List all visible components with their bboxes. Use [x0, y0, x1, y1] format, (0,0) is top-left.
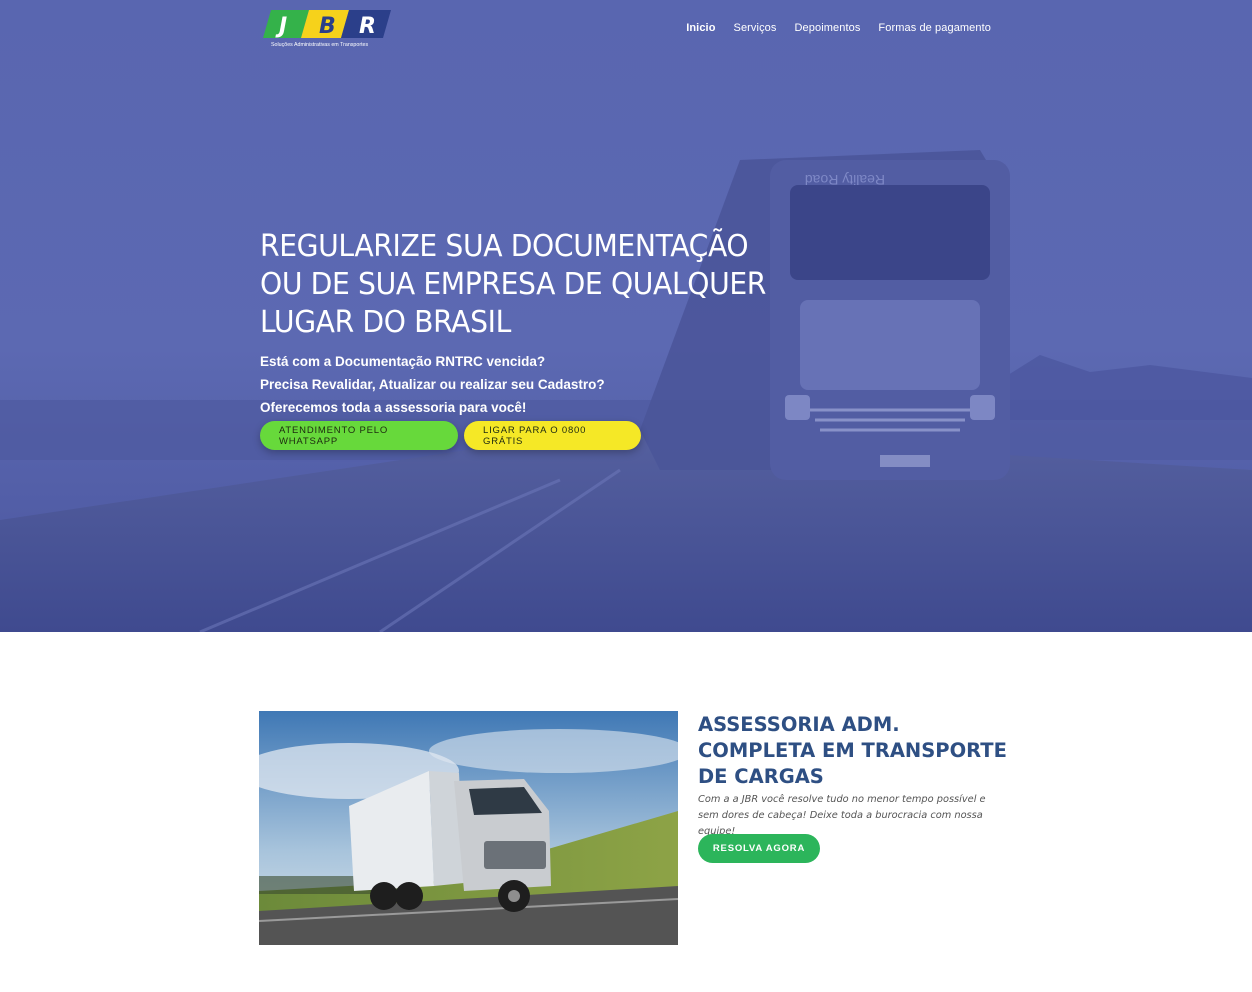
nav-item-depoimentos[interactable]: Depoimentos	[795, 22, 861, 34]
nav-item-servicos[interactable]: Serviços	[734, 22, 777, 34]
truck-sign: Reality Road	[805, 172, 885, 188]
logo-letter-r: R	[359, 14, 376, 39]
section-title: ASSESSORIA ADM. COMPLETA EM TRANSPORTE D…	[698, 712, 1008, 790]
section-title-line: COMPLETA EM TRANSPORTE	[698, 739, 1007, 762]
nav-item-formas-de-pagamento[interactable]: Formas de pagamento	[878, 22, 991, 34]
logo-letter-b: B	[319, 14, 336, 39]
hero-buttons: ATENDIMENTO PELO WHATSAPP LIGAR PARA O 0…	[260, 421, 641, 450]
main-nav: Inicio Serviços Depoimentos Formas de pa…	[686, 22, 991, 34]
logo-tagline: Soluções Administrativas em Transportes	[271, 42, 369, 48]
hero-headline-line: OU DE SUA EMPRESA DE QUALQUER	[260, 267, 767, 302]
resolva-agora-button[interactable]: RESOLVA AGORA	[698, 834, 820, 863]
truck-photo	[259, 711, 678, 945]
hero-subtext-line: Precisa Revalidar, Atualizar ou realizar…	[260, 377, 605, 392]
hero-headline-line: REGULARIZE SUA DOCUMENTAÇÃO	[260, 229, 749, 264]
section-title-line: DE CARGAS	[698, 765, 824, 788]
hero-subtext-line: Oferecemos toda a assessoria para você!	[260, 400, 527, 415]
hero-section: Reality Road J B R Soluções Administrati…	[0, 0, 1252, 632]
whatsapp-button[interactable]: ATENDIMENTO PELO WHATSAPP	[260, 421, 458, 450]
hero-subtext-line: Está com a Documentação RNTRC vencida?	[260, 354, 546, 369]
hero-headline: REGULARIZE SUA DOCUMENTAÇÃO OU DE SUA EM…	[260, 228, 805, 342]
call-0800-button[interactable]: LIGAR PARA O 0800 GRÁTIS	[464, 421, 641, 450]
section-description: Com a a JBR você resolve tudo no menor t…	[698, 794, 986, 837]
jbr-logo[interactable]: J B R Soluções Administrativas em Transp…	[263, 8, 393, 50]
hero-subtext: Está com a Documentação RNTRC vencida? P…	[260, 350, 605, 419]
nav-item-inicio[interactable]: Inicio	[686, 22, 715, 34]
section-title-line: ASSESSORIA ADM.	[698, 713, 900, 736]
hero-headline-line: LUGAR DO BRASIL	[260, 305, 511, 340]
